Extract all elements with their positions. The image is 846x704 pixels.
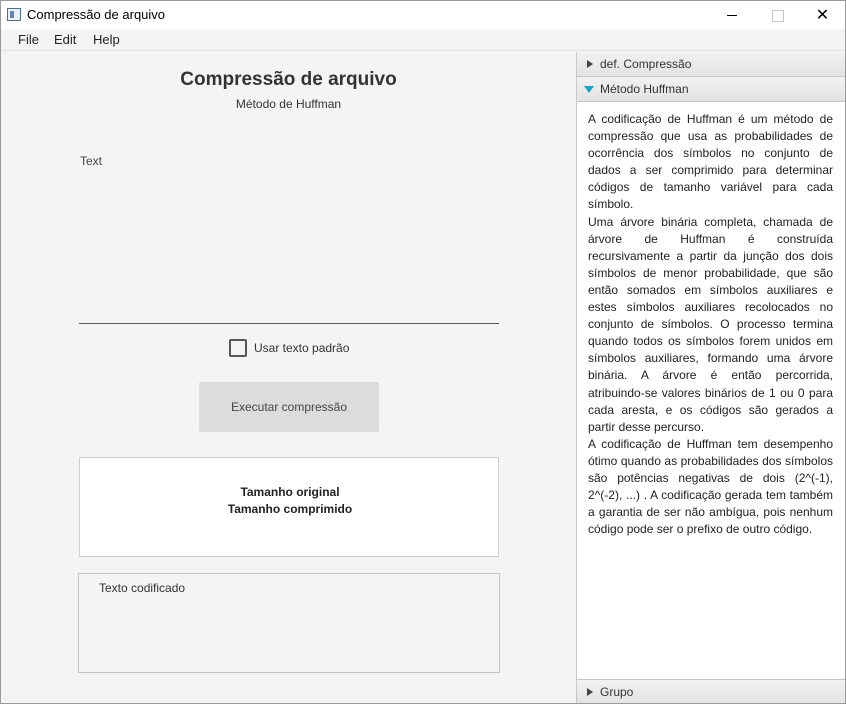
- menu-help[interactable]: Help: [91, 32, 122, 47]
- encoded-text-label: Texto codificado: [99, 581, 186, 595]
- window-title: Compressão de arquivo: [27, 7, 166, 22]
- minimize-button[interactable]: [710, 1, 755, 29]
- maximize-button[interactable]: [755, 1, 800, 29]
- result-box: Tamanho original Tamanho comprimido: [79, 457, 499, 557]
- accordion-title: def. Compressão: [600, 57, 692, 71]
- page-title: Compressão de arquivo: [180, 69, 397, 90]
- close-button[interactable]: ✕: [800, 1, 845, 29]
- title-bar[interactable]: Compressão de arquivo ✕: [1, 1, 845, 29]
- huffman-text: A codificação de Huffman é um método de …: [588, 111, 833, 538]
- accordion-header-metodo-huffman[interactable]: Método Huffman: [577, 77, 845, 102]
- menu-file[interactable]: File: [16, 32, 41, 47]
- huffman-paragraph: Uma árvore binária completa, chamada de …: [588, 214, 833, 434]
- text-input-label: Text: [80, 154, 103, 168]
- accordion-title: Método Huffman: [600, 82, 689, 96]
- info-accordion: def. Compressão Método Huffman A codific…: [576, 52, 845, 703]
- app-window: Compressão de arquivo ✕ File Edit Help C…: [0, 0, 846, 704]
- huffman-description: A codificação de Huffman é um método de …: [577, 103, 845, 680]
- compression-panel: Compressão de arquivo Método de Huffman …: [1, 52, 576, 703]
- huffman-paragraph: A codificação de Huffman tem desempenho …: [588, 436, 833, 537]
- default-text-checkbox-label[interactable]: Usar texto padrão: [254, 341, 349, 355]
- accordion-title: Grupo: [600, 685, 634, 699]
- huffman-paragraph: A codificação de Huffman é um método de …: [588, 112, 833, 212]
- text-input[interactable]: [79, 150, 499, 324]
- menu-edit[interactable]: Edit: [52, 32, 78, 47]
- app-icon: [7, 8, 21, 21]
- run-compression-button[interactable]: Executar compressão: [199, 382, 379, 432]
- triangle-right-icon: [587, 688, 593, 696]
- menu-bar: File Edit Help: [1, 29, 845, 51]
- default-text-checkbox[interactable]: [229, 339, 247, 357]
- compressed-size-label: Tamanho comprimido: [227, 502, 353, 516]
- original-size-label: Tamanho original: [240, 485, 340, 499]
- accordion-header-def-compressao[interactable]: def. Compressão: [577, 52, 845, 77]
- triangle-down-icon: [584, 86, 594, 93]
- triangle-right-icon: [587, 60, 593, 68]
- accordion-header-grupo[interactable]: Grupo: [577, 680, 845, 703]
- page-subtitle: Método de Huffman: [235, 97, 342, 111]
- encoded-text-area[interactable]: Texto codificado: [78, 573, 500, 673]
